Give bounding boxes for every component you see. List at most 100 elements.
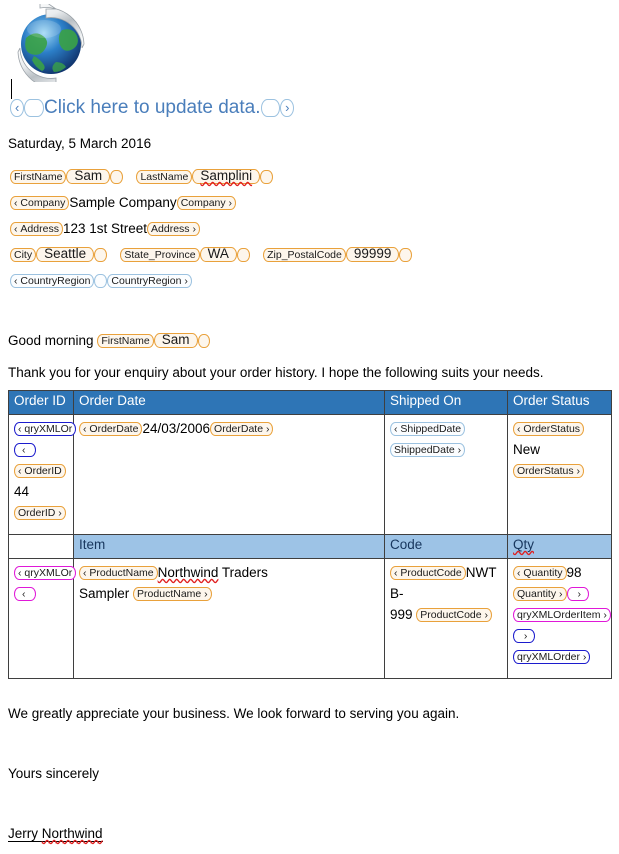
field-value-zip: 99999 — [353, 246, 392, 261]
address-line-country: ‹ CountryRegion CountryRegion › — [10, 272, 412, 298]
update-data-link[interactable]: ‹ Click here to update data. › — [10, 96, 295, 120]
content-control-close-tag-2[interactable]: › — [280, 99, 295, 117]
field-value-state: WA — [207, 246, 229, 261]
field-value-productcode-l1: NWT — [465, 565, 497, 580]
field-value-country-wrap[interactable] — [94, 274, 108, 288]
field-tag-firstname-open[interactable]: FirstName — [10, 170, 67, 184]
address-block: FirstName Sam LastName Samplini ‹ Company S… — [10, 168, 413, 298]
field-tag-zip-close[interactable] — [399, 248, 413, 262]
field-tag-company-close[interactable]: Company › — [176, 196, 237, 210]
field-tag-orderstatus-open[interactable]: ‹ OrderStatus — [513, 422, 585, 436]
field-value-greeting-firstname: Sam — [161, 332, 190, 347]
content-control-open-tag[interactable]: ‹ — [10, 99, 25, 117]
field-tag-greeting-firstname-close[interactable] — [197, 334, 211, 348]
table-header-row: Order ID Order Date Shipped On Order Sta… — [8, 390, 612, 415]
field-tag-country-open[interactable]: ‹ CountryRegion — [10, 274, 95, 288]
cell-order-id: ‹ qryXMLOr ‹ ‹ OrderID 44 OrderID › — [8, 414, 77, 535]
column-header-order-status: Order Status — [507, 390, 612, 415]
field-tag-lastname-close[interactable] — [260, 170, 274, 184]
field-tag-orderstatus-close[interactable]: OrderStatus › — [513, 464, 585, 478]
field-tag-state-close[interactable] — [236, 248, 250, 262]
field-tag-lastname-open[interactable]: LastName — [136, 170, 193, 184]
field-tag-orderstatus-open-label: OrderStatus — [523, 423, 581, 435]
field-tag-productname-close[interactable]: ProductName › — [133, 587, 212, 601]
field-tag-productcode-open-label: ProductCode — [400, 567, 462, 579]
field-value-firstname: Sam — [74, 168, 103, 183]
field-tag-address-close-label: Address — [151, 223, 190, 235]
greeting-line: Good morning FirstName Sam — [8, 332, 211, 349]
field-tag-firstname-close[interactable] — [110, 170, 124, 184]
field-value-firstname-wrap[interactable]: Sam — [66, 168, 111, 184]
field-tag-orderstatus-close-label: OrderStatus — [517, 465, 574, 477]
subcolumn-header-blank — [8, 534, 74, 559]
field-tag-address-close[interactable]: Address › — [147, 222, 200, 236]
field-tag-orderdate-open[interactable]: ‹ OrderDate — [79, 422, 143, 436]
repeat-tag-orderitem-inner[interactable]: ‹ — [14, 587, 37, 601]
subcolumn-header-code: Code — [384, 534, 508, 559]
repeat-tag-order-close-inner[interactable]: › — [513, 629, 536, 643]
address-line-street: ‹ Address 123 1st Street Address › — [10, 220, 412, 246]
update-data-link-label[interactable]: Click here to update data. — [44, 97, 261, 118]
cell-order-status: ‹ OrderStatus New OrderStatus › — [507, 414, 612, 535]
field-tag-country-close[interactable]: CountryRegion › — [107, 274, 192, 288]
field-tag-quantity-close-label: Quantity — [517, 588, 557, 600]
field-tag-state-open[interactable]: State_Province — [120, 248, 200, 262]
field-tag-orderid-close-label: OrderID — [18, 507, 56, 519]
subcolumn-header-qty-label: Qty — [513, 537, 535, 552]
field-value-quantity: 98 — [566, 565, 582, 580]
field-value-state-wrap[interactable]: WA — [199, 246, 237, 262]
subcolumn-header-item: Item — [73, 534, 385, 559]
address-line-city-state-zip: City Seattle State_Province WA Zip_PostalC… — [10, 246, 413, 272]
field-tag-quantity-open[interactable]: ‹ Quantity — [513, 566, 567, 580]
field-value-lastname-wrap[interactable]: Samplini — [192, 169, 261, 184]
field-tag-productname-open-label: ProductName — [89, 567, 154, 579]
signature-last-name: Northwind — [41, 826, 103, 842]
field-value-productname-word1: Northwind — [157, 565, 219, 580]
field-tag-shippeddate-close[interactable]: ShippedDate › — [390, 443, 466, 457]
field-tag-productname-open[interactable]: ‹ ProductName — [79, 566, 158, 580]
closing-paragraph: We greatly appreciate your business. We … — [8, 706, 460, 721]
field-tag-shippeddate-open[interactable]: ‹ ShippedDate — [390, 422, 466, 436]
column-header-shipped-on: Shipped On — [384, 390, 508, 415]
repeat-tag-order-open[interactable]: ‹ qryXMLOr — [14, 422, 77, 436]
field-value-zip-wrap[interactable]: 99999 — [345, 246, 400, 262]
field-tag-orderid-open[interactable]: ‹ OrderID — [14, 464, 66, 478]
field-tag-city-close[interactable] — [94, 248, 108, 262]
field-tag-company-open[interactable]: ‹ Company — [10, 196, 70, 210]
content-control-close-tag[interactable] — [260, 99, 281, 117]
content-control-open-tag-2[interactable] — [24, 99, 44, 117]
field-tag-city-open[interactable]: City — [10, 248, 37, 262]
field-tag-zip-open[interactable]: Zip_PostalCode — [263, 248, 346, 262]
table-row-order: ‹ qryXMLOr ‹ ‹ OrderID 44 OrderID › ‹ Or… — [8, 414, 612, 535]
field-value-city-wrap[interactable]: Seattle — [36, 247, 95, 262]
field-value-productname-rest: Traders — [218, 565, 268, 580]
field-value-greeting-firstname-wrap[interactable]: Sam — [153, 332, 198, 348]
repeat-tag-orderitem-close-inner[interactable]: › — [566, 587, 589, 601]
word-document-page: ‹ Click here to update data. › Saturday,… — [0, 0, 619, 854]
field-value-orderdate: 24/03/2006 — [142, 421, 211, 436]
field-tag-orderid-open-label: OrderID — [24, 465, 62, 477]
repeat-tag-order-inner[interactable]: ‹ — [14, 443, 37, 457]
field-tag-productcode-close[interactable]: ProductCode › — [416, 608, 493, 622]
field-tag-orderdate-close[interactable]: OrderDate › — [210, 422, 274, 436]
field-value-productcode-l3: 999 — [390, 607, 413, 622]
field-tag-address-open[interactable]: ‹ Address — [10, 222, 63, 236]
table-subheader-row: Item Code Qty — [8, 534, 612, 559]
cell-item-code: ‹ ProductCode NWT B- 999 ProductCode › — [384, 558, 508, 679]
repeat-tag-orderitem-close[interactable]: qryXMLOrderItem › — [513, 608, 611, 622]
field-tag-address-open-label: Address — [20, 223, 59, 235]
repeat-tag-order-close-label: qryXMLOrder — [517, 651, 581, 663]
repeat-tag-orderitem-open[interactable]: ‹ qryXMLOr — [14, 566, 77, 580]
table-row-item: ‹ qryXMLOr ‹ ‹ ProductName Northwind Trad… — [8, 558, 612, 679]
field-tag-productcode-open[interactable]: ‹ ProductCode — [390, 566, 466, 580]
repeat-tag-order-close[interactable]: qryXMLOrder › — [513, 650, 591, 664]
cell-shipped-on: ‹ ShippedDate ShippedDate › — [384, 414, 508, 535]
body-intro-paragraph: Thank you for your enquiry about your or… — [8, 365, 544, 380]
field-tag-greeting-firstname-open[interactable]: FirstName — [97, 334, 154, 348]
field-tag-productcode-close-label: ProductCode — [420, 609, 482, 621]
field-value-productname-line2: Sampler — [79, 586, 130, 601]
field-tag-orderid-close[interactable]: OrderID › — [14, 506, 66, 520]
field-value-orderid: 44 — [14, 484, 30, 499]
field-tag-productname-close-label: ProductName — [137, 588, 202, 600]
field-tag-quantity-close[interactable]: Quantity › — [513, 587, 567, 601]
